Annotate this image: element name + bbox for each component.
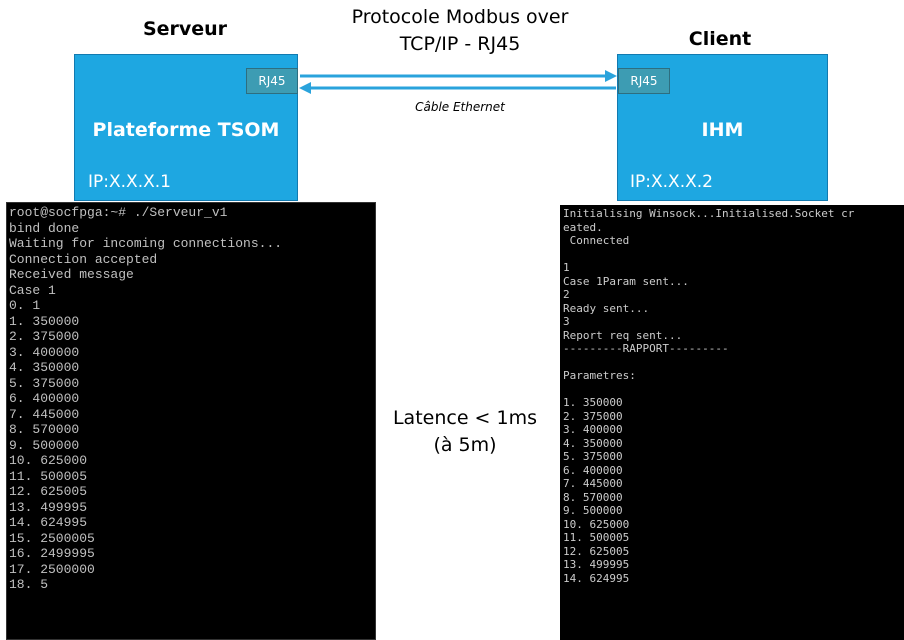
terminal-line: ---------RAPPORT--------- <box>563 342 729 355</box>
terminal-line: 0. 1 <box>9 298 41 313</box>
arrow-server-to-client <box>300 70 617 82</box>
protocol-line-2: TCP/IP - RJ45 <box>399 33 521 55</box>
client-hmi-box: RJ45 IHM IP:X.X.X.2 <box>617 54 828 201</box>
server-rj45-port: RJ45 <box>246 68 298 94</box>
server-heading: Serveur <box>142 18 228 40</box>
terminal-line: 4. 350000 <box>9 360 80 375</box>
terminal-line: 10. 625000 <box>9 453 88 468</box>
terminal-line: 1 <box>563 261 570 274</box>
client-terminal: Initialising Winsock...Initialised.Socke… <box>560 205 904 640</box>
client-terminal-output: Initialising Winsock...Initialised.Socke… <box>563 207 904 585</box>
terminal-line: 14. 624995 <box>563 571 630 585</box>
terminal-line: 1. 350000 <box>9 313 80 329</box>
terminal-line: 12. 625005 <box>9 484 88 499</box>
terminal-line: Case 1 <box>9 282 56 298</box>
terminal-line: Initialising Winsock...Initialised.Socke… <box>563 207 855 220</box>
terminal-line: Waiting for incoming connections... <box>9 236 283 251</box>
terminal-line: Connection accepted <box>9 251 158 267</box>
client-ip-label: IP:X.X.X.2 <box>630 172 713 192</box>
terminal-line: 11. 500005 <box>563 531 630 544</box>
server-box-title: Plateforme TSOM <box>92 119 280 141</box>
server-platform-box: RJ45 Plateforme TSOM IP:X.X.X.1 <box>74 54 298 201</box>
terminal-line: 5. 375000 <box>563 450 623 463</box>
terminal-line: Case 1Param sent... <box>563 274 689 288</box>
terminal-line: 4. 350000 <box>563 436 623 450</box>
terminal-line: 6. 400000 <box>9 391 80 406</box>
terminal-line: 12. 625005 <box>563 544 630 558</box>
terminal-line: 2 <box>563 288 570 301</box>
terminal-line: 5. 375000 <box>9 375 80 391</box>
terminal-line: 8. 570000 <box>9 422 80 437</box>
terminal-line: eated. <box>563 220 603 234</box>
terminal-line: 9. 500000 <box>563 504 623 517</box>
server-terminal: root@socfpga:~# ./Serveur_v1 bind done Wai… <box>6 202 376 640</box>
server-ip-label: IP:X.X.X.1 <box>88 172 171 192</box>
terminal-line: 1. 350000 <box>563 396 623 409</box>
terminal-line: 2. 375000 <box>563 409 623 423</box>
terminal-line: 6. 400000 <box>563 463 623 477</box>
terminal-line: Received message <box>9 267 134 282</box>
cable-label: Câble Ethernet <box>415 100 505 114</box>
terminal-line: 7. 445000 <box>9 406 80 422</box>
client-heading: Client <box>688 28 752 50</box>
terminal-line: 2. 375000 <box>9 329 80 344</box>
terminal-line: bind done <box>9 220 80 236</box>
terminal-line: Ready sent... <box>563 301 650 315</box>
terminal-line: 8. 570000 <box>563 490 623 504</box>
terminal-line: root@socfpga:~# ./Serveur_v1 <box>9 205 228 220</box>
terminal-line: 9. 500000 <box>9 437 80 453</box>
ethernet-cable-arrows <box>299 70 617 94</box>
terminal-line: Parametres: <box>563 369 636 382</box>
latency-line-2: (à 5m) <box>433 434 497 456</box>
terminal-line: 3 <box>563 315 570 328</box>
client-rj45-port: RJ45 <box>618 68 670 94</box>
arrow-client-to-server <box>299 82 616 94</box>
terminal-line: 10. 625000 <box>563 517 630 531</box>
protocol-line-1: Protocole Modbus over <box>351 6 569 28</box>
terminal-line: 13. 499995 <box>563 558 630 571</box>
terminal-line: 7. 445000 <box>563 477 623 490</box>
terminal-line: 14. 624995 <box>9 515 88 530</box>
protocol-title: Protocole Modbus over TCP/IP - RJ45 <box>300 4 620 58</box>
terminal-line: 15. 2500005 <box>9 530 95 546</box>
terminal-line: 11. 500005 <box>9 468 88 484</box>
terminal-line: 3. 400000 <box>563 423 623 436</box>
terminal-line: Connected <box>563 234 630 247</box>
terminal-line: 17. 2500000 <box>9 561 95 577</box>
latency-note: Latence < 1ms (à 5m) <box>380 405 550 459</box>
terminal-line: 3. 400000 <box>9 344 80 360</box>
server-terminal-output: root@socfpga:~# ./Serveur_v1 bind done Wai… <box>9 205 375 593</box>
latency-line-1: Latence < 1ms <box>392 407 538 429</box>
client-box-title: IHM <box>701 119 744 141</box>
terminal-line: 18. 5 <box>9 577 49 592</box>
terminal-line: 13. 499995 <box>9 499 88 515</box>
terminal-line: 16. 2499995 <box>9 546 95 561</box>
terminal-line: Report req sent... <box>563 328 683 342</box>
